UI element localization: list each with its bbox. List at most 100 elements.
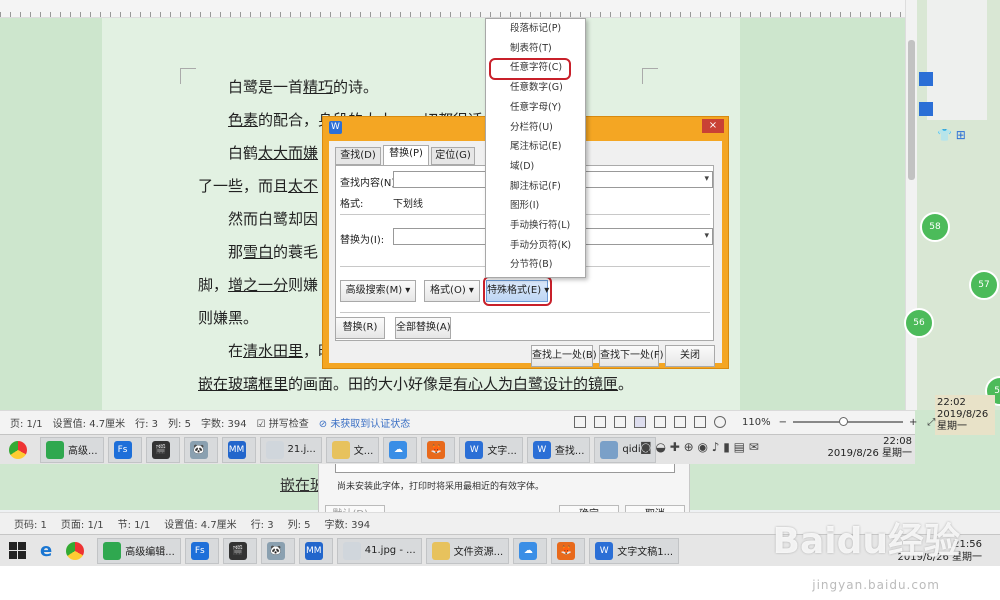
taskbar-item[interactable]: 🐼 [183, 436, 218, 463]
eye-icon[interactable] [694, 416, 706, 428]
tray-icons[interactable]: ◙ ◒ ✚ ⊕ ◉ ♪ ▮ ▤ ✉ [640, 440, 759, 454]
taskbar-item[interactable]: ☁ [383, 436, 418, 463]
app-icon [431, 541, 450, 560]
special-format-menu: 段落标记(P) 制表符(T) 任意字符(C) 任意数字(G) 任意字母(Y) 分栏符(U)… [485, 18, 586, 278]
taskbar: 高级... Fs 🎬 🐼 MM 21.j... 文... ☁ 🦊 W 文字... W 查找... qidi… [0, 434, 915, 464]
menu-item[interactable]: 域(D) [486, 157, 585, 177]
taskbar-item[interactable]: W 查找... [526, 436, 591, 463]
text-run: 的画面。田的大小好像是 [288, 375, 454, 393]
windows-icon [9, 542, 26, 559]
start-button[interactable] [4, 538, 31, 564]
divider [340, 312, 710, 313]
highlight-ring-special [483, 276, 552, 306]
browser-icon[interactable] [61, 538, 93, 564]
text-run: 雪白 [243, 243, 274, 261]
text-run: 增之一分 [228, 276, 289, 294]
spell-check[interactable]: ☑ 拼写检查 [257, 415, 309, 430]
taskbar-item[interactable]: 🐼 [260, 537, 295, 564]
zoom-out-button[interactable]: − [779, 417, 787, 428]
outline-view-icon[interactable] [654, 416, 666, 428]
taskbar-item-label: 文字... [487, 446, 517, 457]
replace-button[interactable]: 替换(R) [335, 317, 385, 339]
taskbar-item[interactable]: 21.j... [259, 436, 322, 463]
status-setting: 设置值: 4.7厘米 [52, 419, 126, 430]
app-icon: MM [227, 440, 246, 459]
taskbar-item[interactable]: 文件资源... [425, 537, 510, 564]
ie-icon[interactable]: e [35, 538, 57, 564]
background-status-item: 页码: 1 [14, 520, 47, 531]
text-run: 太不 [288, 177, 319, 195]
menu-item[interactable]: 脚注标记(F) [486, 177, 585, 197]
paragraph: 脚，增之一分则嫌 [198, 274, 318, 295]
menu-item[interactable]: 手动换行符(L) [486, 216, 585, 236]
taskbar-item[interactable]: Fs [107, 436, 142, 463]
taskbar-item-label: 文字文稿1... [617, 547, 674, 558]
taskbar-item[interactable]: 41.jpg - ... [336, 537, 422, 564]
vertical-scrollbar[interactable] [905, 0, 917, 410]
close-button[interactable]: 关闭 [665, 345, 715, 367]
zoom-slider[interactable] [792, 417, 903, 426]
fit-icon[interactable]: ⤢ [927, 417, 935, 428]
taskbar-item[interactable]: MM [221, 436, 256, 463]
zoom-level[interactable]: 110% [742, 417, 771, 428]
taskbar-item[interactable]: 高级... [40, 436, 104, 463]
menu-item[interactable]: 手动分页符(K) [486, 236, 585, 256]
text-run: 。 [618, 375, 634, 393]
taskbar-item[interactable]: W 文字文稿1... [589, 537, 680, 564]
menu-item[interactable]: 分栏符(U) [486, 118, 585, 138]
taskbar-item[interactable]: W 文字... [459, 436, 523, 463]
app-icon: W [465, 440, 484, 459]
taskbar-clock[interactable]: 22:08 2019/8/26 星期一 [812, 436, 912, 460]
panel-grid-icon-2[interactable] [919, 102, 933, 116]
tab-replace[interactable]: 替换(P) [383, 145, 429, 166]
browser-icon[interactable] [4, 437, 36, 463]
tab-find[interactable]: 查找(D) [335, 147, 381, 165]
format-button[interactable]: 格式(O) ▾ [424, 280, 480, 302]
dialog-close-button[interactable]: × [702, 119, 724, 133]
menu-item[interactable]: 尾注标记(E) [486, 137, 585, 157]
taskbar-item[interactable]: Fs [184, 537, 219, 564]
pen-icon[interactable] [614, 416, 626, 428]
text-run: 白鹭是一首 [228, 78, 304, 96]
highlight-ring-any-char [489, 58, 571, 80]
floating-badge[interactable]: 58 [920, 212, 950, 242]
taskbar-item[interactable]: 🎬 [145, 436, 180, 463]
advanced-search-button[interactable]: 高级搜索(M) ▾ [340, 280, 416, 302]
paragraph: 然而白鹭却因 [228, 208, 318, 229]
read-view-icon[interactable] [594, 416, 606, 428]
panda-icon[interactable] [714, 416, 726, 428]
taskbar-item[interactable]: 🦊 [421, 436, 456, 463]
replace-all-button[interactable]: 全部替换(A) [395, 317, 451, 339]
web-view-icon[interactable] [674, 416, 686, 428]
floating-badge[interactable]: 56 [904, 308, 934, 338]
find-label: 查找内容(N): [340, 178, 399, 189]
menu-item[interactable]: 分节符(B) [486, 255, 585, 275]
fullscreen-icon[interactable] [574, 416, 586, 428]
panel-grid-icon[interactable] [919, 72, 933, 86]
taskbar-item[interactable]: 🎬 [222, 537, 257, 564]
right-side-panel: 👕 ⊞ 58575656 [904, 0, 1000, 410]
taskbar-item[interactable]: 高级编辑... [97, 537, 181, 564]
menu-item[interactable]: 任意字母(Y) [486, 98, 585, 118]
text-run: 的蓑毛 [273, 243, 319, 261]
menu-item[interactable]: 段落标记(P) [486, 19, 585, 39]
zoom-in-button[interactable]: + [909, 417, 917, 428]
tab-goto[interactable]: 定位(G) [431, 147, 475, 165]
floating-badge[interactable]: 57 [969, 270, 999, 300]
wps-logo-icon: W [329, 121, 342, 134]
taskbar-item[interactable]: MM [298, 537, 333, 564]
page-view-icon[interactable] [634, 416, 646, 428]
menu-item[interactable]: 图形(I) [486, 196, 585, 216]
paragraph: 则嫌黑。 [198, 307, 258, 328]
menu-item[interactable]: 制表符(T) [486, 39, 585, 59]
taskbar-item[interactable]: 🦊 [551, 537, 586, 564]
shirt-icon[interactable]: 👕 ⊞ [937, 128, 966, 142]
taskbar-item[interactable]: ☁ [513, 537, 548, 564]
taskbar-item[interactable]: 文... [325, 436, 380, 463]
auth-status[interactable]: ⊘ 未获取到认证状态 [319, 415, 411, 430]
menu-item[interactable]: 任意数字(G) [486, 78, 585, 98]
find-next-button[interactable]: 查找下一处(F) [599, 345, 664, 367]
text-run: 太大而嫌 [258, 144, 319, 162]
app-icon: 🎬 [228, 541, 247, 560]
find-previous-button[interactable]: 查找上一处(B) [531, 345, 597, 367]
